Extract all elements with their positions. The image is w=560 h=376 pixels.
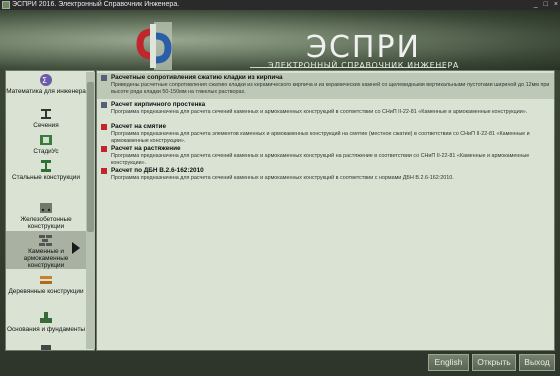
sidebar-item-label: Стальные конструкции [12, 174, 80, 181]
entry-title: Расчет кирпичного простенка [111, 101, 206, 108]
exit-button[interactable]: Выход [519, 354, 555, 371]
steel-icon [41, 160, 51, 172]
sidebar-item-stadius[interactable]: СтадиУс [6, 133, 86, 155]
sidebar-item-concrete[interactable]: Железобетонные конструкции [6, 201, 86, 230]
masonry-icon [39, 235, 52, 246]
more-item-icon [41, 345, 51, 350]
close-button[interactable]: × [554, 0, 558, 10]
english-button[interactable]: English [428, 354, 469, 371]
list-item[interactable]: Расчетные сопротивления сжатию кладки из… [97, 73, 554, 99]
entry-title: Расчет по ДБН В.2.6-162:2010 [111, 167, 204, 174]
program-icon [101, 146, 107, 152]
app-icon [2, 1, 10, 9]
program-icon [101, 168, 107, 174]
list-item[interactable]: Расчет по ДБН В.2.6-162:2010 Программа п… [97, 167, 554, 189]
list-item[interactable]: Расчет на смятие Программа предназначена… [97, 123, 554, 145]
sidebar-item-sections[interactable]: Сечения [6, 107, 86, 129]
entry-title: Расчетные сопротивления сжатию кладки из… [111, 74, 283, 81]
maximize-button[interactable]: □ [544, 0, 548, 10]
brand-subtitle: ЭЛЕКТРОННЫЙ СПРАВОЧНИК ИНЖЕНЕРА [268, 61, 459, 70]
sidebar-item-more[interactable] [6, 341, 86, 350]
list-item[interactable]: Расчет на растяжение Программа предназна… [97, 145, 554, 167]
selection-arrow-icon [72, 242, 80, 254]
stadius-icon [40, 135, 52, 145]
entry-title: Расчет на растяжение [111, 145, 181, 152]
sidebar-scroll-thumb[interactable] [87, 82, 94, 232]
section-icon [41, 109, 51, 119]
concrete-icon [40, 203, 52, 213]
sidebar-item-label: Основания и фундаменты [7, 326, 85, 333]
entry-title: Расчет на смятие [111, 123, 167, 130]
brand-title: ЭСПРИ [306, 30, 421, 65]
sidebar-item-label: Математика для инженера [6, 88, 86, 95]
entry-description: Приведены расчетные сопротивления сжатию… [111, 82, 550, 95]
sidebar-item-label: Железобетонные конструкции [20, 216, 72, 230]
sidebar-item-label: Каменные и армокаменные конструкции [23, 248, 69, 269]
foundation-icon [40, 312, 52, 323]
entry-description: Программа предназначена для расчета элем… [111, 131, 530, 144]
content-panel: Расчетные сопротивления сжатию кладки из… [96, 70, 555, 351]
entry-description: Программа предназначена для расчета сече… [111, 153, 530, 166]
header-banner: ЭСПРИ ЭЛЕКТРОННЫЙ СПРАВОЧНИК ИНЖЕНЕРА [0, 10, 560, 70]
sidebar-item-math[interactable]: Σ Математика для инженера [6, 73, 86, 95]
minimize-button[interactable]: _ [534, 0, 538, 10]
sidebar-item-label: Сечения [33, 122, 59, 129]
list-item[interactable]: Расчет кирпичного простенка Программа пр… [97, 101, 554, 123]
entry-description: Программа предназначена для расчета сече… [111, 175, 454, 181]
open-button[interactable]: Открыть [472, 354, 516, 371]
espri-logo-icon [136, 22, 172, 70]
window-title: ЭСПРИ 2016. Электронный Справочник Инжен… [12, 1, 180, 8]
sidebar-item-label: Деревянные конструкции [8, 288, 84, 295]
sidebar: Σ Математика для инженера Сечения СтадиУ… [5, 70, 95, 351]
title-bar: ЭСПРИ 2016. Электронный Справочник Инжен… [0, 0, 560, 10]
sidebar-item-timber[interactable]: Деревянные конструкции [6, 273, 86, 295]
program-icon [101, 124, 107, 130]
program-icon [101, 75, 107, 81]
sidebar-item-steel[interactable]: Стальные конструкции [6, 159, 86, 181]
timber-icon [40, 276, 52, 284]
sidebar-item-label: СтадиУс [33, 148, 59, 155]
program-icon [101, 102, 107, 108]
math-icon: Σ [40, 74, 52, 86]
entry-description: Программа предназначена для расчета сече… [111, 109, 528, 115]
svg-text:Σ: Σ [42, 76, 47, 85]
sidebar-item-foundation[interactable]: Основания и фундаменты [6, 311, 86, 333]
